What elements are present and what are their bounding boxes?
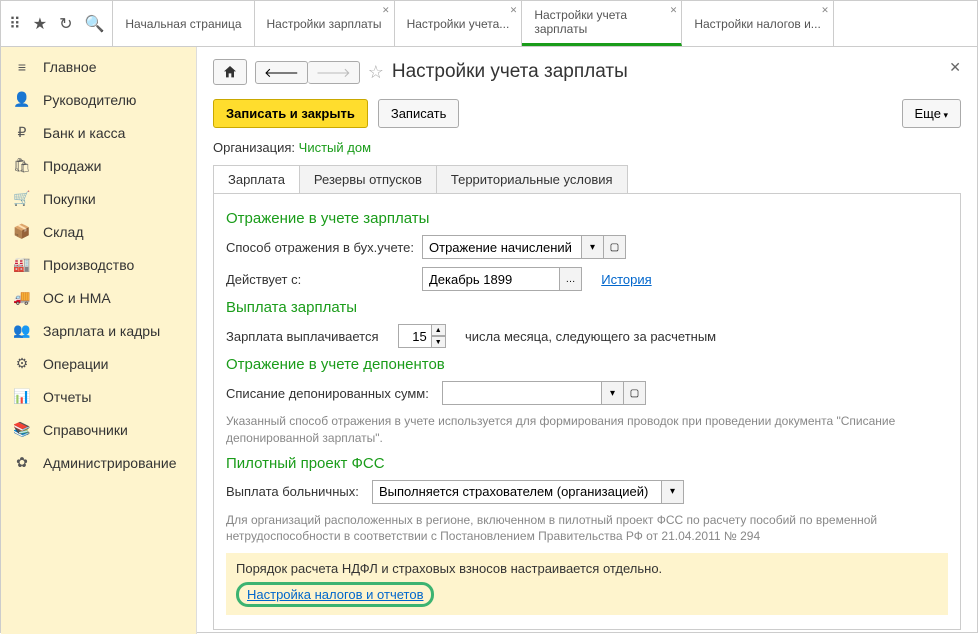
dropdown-button[interactable]: ▾ <box>662 480 684 504</box>
sidebar-icon: ⚙ <box>13 355 31 372</box>
sidebar-item-label: Администрирование <box>43 455 177 471</box>
deponent-writeoff-input[interactable] <box>442 381 602 405</box>
org-value: Чистый дом <box>299 140 371 155</box>
sidebar-item-label: Склад <box>43 224 84 240</box>
top-tab[interactable]: Настройки налогов и...✕ <box>682 1 834 46</box>
sidebar-item[interactable]: 🏭 Производство <box>1 248 196 281</box>
payment-day-input[interactable] <box>398 324 432 348</box>
open-button[interactable]: ▢ <box>604 235 626 259</box>
sidebar-item-label: Зарплата и кадры <box>43 323 160 339</box>
ellipsis-button[interactable]: … <box>560 267 582 291</box>
sidebar-icon: ₽ <box>13 124 31 141</box>
close-icon[interactable]: ✕ <box>821 5 829 16</box>
section-title-fss: Пилотный проект ФСС <box>226 455 948 472</box>
sidebar-item[interactable]: 📦 Склад <box>1 215 196 248</box>
sidebar-item-label: Покупки <box>43 191 96 207</box>
home-button[interactable] <box>213 59 247 85</box>
star-icon[interactable]: ☆ <box>368 62 384 83</box>
home-icon <box>222 64 238 80</box>
fss-hint: Для организаций расположенных в регионе,… <box>226 512 948 546</box>
search-icon[interactable]: 🔍 <box>84 14 104 34</box>
sidebar-item-label: Справочники <box>43 422 128 438</box>
history-link[interactable]: История <box>601 272 651 287</box>
dropdown-button[interactable]: ▾ <box>602 381 624 405</box>
more-button[interactable]: Еще <box>902 99 961 128</box>
org-label: Организация: <box>213 140 295 155</box>
inner-tab[interactable]: Территориальные условия <box>437 166 627 193</box>
deponent-hint: Указанный способ отражения в учете испол… <box>226 413 948 447</box>
sick-pay-label: Выплата больничных: <box>226 484 366 499</box>
forward-button[interactable]: 🡒 <box>308 61 360 84</box>
spinner-down-button[interactable]: ▼ <box>432 336 446 348</box>
top-tab[interactable]: Начальная страница <box>113 1 254 46</box>
reflection-method-label: Способ отражения в бух.учете: <box>226 240 416 255</box>
sidebar-item[interactable]: ₽ Банк и касса <box>1 116 196 149</box>
close-icon[interactable]: ✕ <box>670 5 678 16</box>
sidebar-icon: ≡ <box>13 59 31 75</box>
highlight-text: Порядок расчета НДФЛ и страховых взносов… <box>236 561 938 576</box>
deponent-writeoff-label: Списание депонированных сумм: <box>226 386 436 401</box>
sidebar-icon: 👤 <box>13 91 31 108</box>
sidebar-item[interactable]: 👤 Руководителю <box>1 83 196 116</box>
section-title-deponents: Отражение в учете депонентов <box>226 356 948 373</box>
reflection-method-input[interactable] <box>422 235 582 259</box>
sidebar-item[interactable]: 🛒 Покупки <box>1 182 196 215</box>
sidebar-icon: 🛒 <box>13 190 31 207</box>
sidebar-icon: 📚 <box>13 421 31 438</box>
close-icon[interactable]: ✕ <box>510 5 518 16</box>
apps-icon[interactable]: ⠿ <box>9 14 21 34</box>
sidebar-item-label: Продажи <box>43 158 101 174</box>
sidebar-icon: 🏭 <box>13 256 31 273</box>
close-icon[interactable]: ✕ <box>949 59 961 76</box>
sidebar-item-label: Производство <box>43 257 134 273</box>
tax-settings-link[interactable]: Настройка налогов и отчетов <box>236 582 434 607</box>
section-title-reflection: Отражение в учете зарплаты <box>226 210 948 227</box>
inner-tab[interactable]: Резервы отпусков <box>300 166 437 193</box>
sidebar-icon: 🚚 <box>13 289 31 306</box>
save-button[interactable]: Записать <box>378 99 460 128</box>
effective-from-label: Действует с: <box>226 272 416 287</box>
page-title: Настройки учета зарплаты <box>392 61 628 83</box>
sidebar-item[interactable]: 📊 Отчеты <box>1 380 196 413</box>
sidebar-item-label: Руководителю <box>43 92 136 108</box>
sidebar-item[interactable]: 🛍 Продажи <box>1 149 196 182</box>
save-close-button[interactable]: Записать и закрыть <box>213 99 368 128</box>
payment-day-suffix: числа месяца, следующего за расчетным <box>465 329 716 344</box>
section-title-payment: Выплата зарплаты <box>226 299 948 316</box>
dropdown-button[interactable]: ▾ <box>582 235 604 259</box>
sidebar-item-label: ОС и НМА <box>43 290 111 306</box>
sidebar-icon: 🛍 <box>13 157 31 174</box>
sidebar-item[interactable]: ⚙ Операции <box>1 347 196 380</box>
inner-tab[interactable]: Зарплата <box>214 166 300 193</box>
open-button[interactable]: ▢ <box>624 381 646 405</box>
payment-day-label: Зарплата выплачивается <box>226 329 379 344</box>
sidebar-item-label: Операции <box>43 356 109 372</box>
close-icon[interactable]: ✕ <box>382 5 390 16</box>
sidebar-item-label: Банк и касса <box>43 125 125 141</box>
top-tab[interactable]: Настройки учета зарплаты✕ <box>522 1 682 46</box>
sick-pay-input[interactable] <box>372 480 662 504</box>
back-button[interactable]: 🡐 <box>255 61 308 84</box>
sidebar-icon: 👥 <box>13 322 31 339</box>
effective-from-input[interactable] <box>422 267 560 291</box>
top-tab[interactable]: Настройки учета...✕ <box>395 1 523 46</box>
sidebar-item[interactable]: 🚚 ОС и НМА <box>1 281 196 314</box>
sidebar-icon: ✿ <box>13 454 31 471</box>
sidebar-item-label: Отчеты <box>43 389 91 405</box>
sidebar-icon: 📊 <box>13 388 31 405</box>
sidebar-item[interactable]: ≡ Главное <box>1 51 196 83</box>
sidebar-icon: 📦 <box>13 223 31 240</box>
history-icon[interactable]: ↻ <box>59 14 72 34</box>
sidebar-item[interactable]: 👥 Зарплата и кадры <box>1 314 196 347</box>
sidebar-item[interactable]: ✿ Администрирование <box>1 446 196 479</box>
sidebar-item[interactable]: 📚 Справочники <box>1 413 196 446</box>
favorite-icon[interactable]: ★ <box>33 14 47 34</box>
top-tab[interactable]: Настройки зарплаты✕ <box>255 1 395 46</box>
spinner-up-button[interactable]: ▲ <box>432 324 446 336</box>
sidebar-item-label: Главное <box>43 59 97 75</box>
